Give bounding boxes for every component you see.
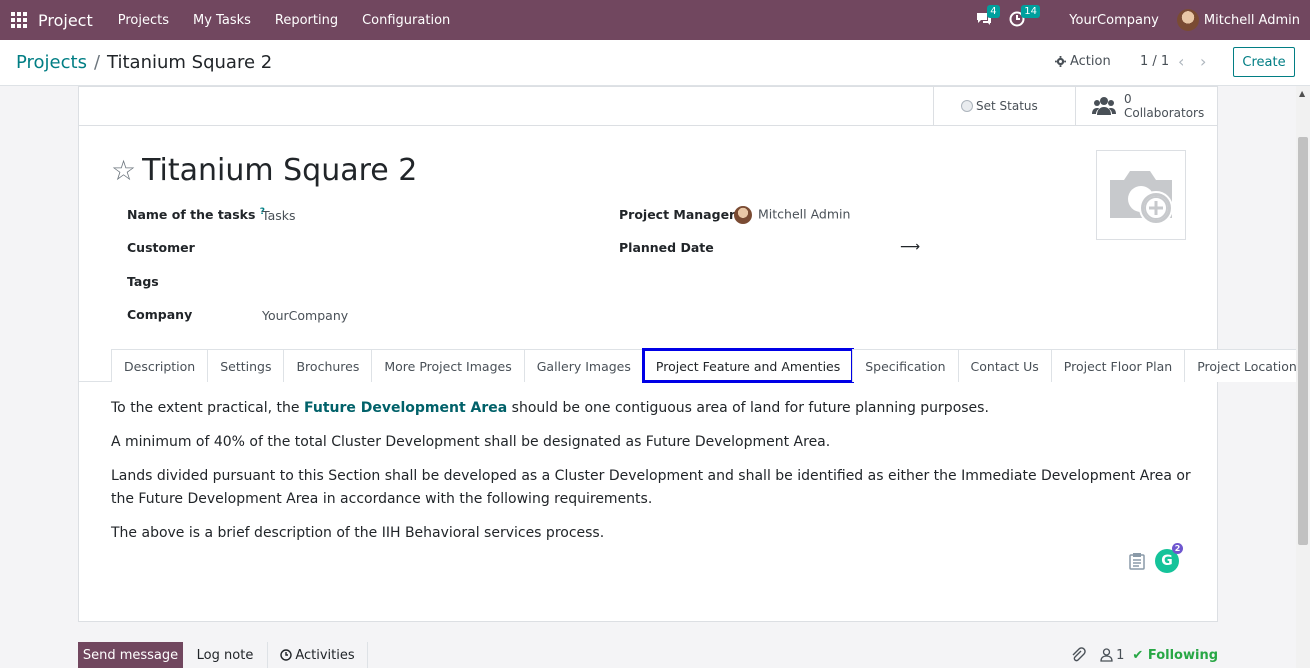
planned-date-label: Planned Date <box>619 240 714 255</box>
tags-label: Tags <box>127 274 159 289</box>
activities-button[interactable]: 14 <box>1009 5 1041 29</box>
task-name-label-text: Name of the tasks <box>127 207 256 223</box>
menu-my-tasks[interactable]: My Tasks <box>193 13 251 28</box>
grammarly-badge: 2 <box>1172 543 1183 554</box>
create-button[interactable]: Create <box>1233 47 1295 77</box>
user-avatar[interactable] <box>1176 9 1199 31</box>
collaborators-count: 0 <box>1124 92 1132 106</box>
collaborators-label: Collaborators <box>1124 106 1205 120</box>
chatter-bar: Send message Log note Activities 1 ✔ Fol… <box>78 642 1218 668</box>
log-note-button[interactable]: Log note <box>183 642 268 668</box>
paperclip-icon[interactable] <box>1070 647 1086 663</box>
breadcrumb-current: Titanium Square 2 <box>107 52 273 73</box>
top-navbar: Project Projects My Tasks Reporting Conf… <box>0 0 1310 40</box>
camera-plus-icon <box>1110 171 1173 225</box>
gear-icon <box>1055 56 1066 67</box>
activities-badge: 14 <box>1021 5 1041 18</box>
tab-contact-us[interactable]: Contact Us <box>957 349 1052 382</box>
button-box: Set Status 0 Collaborators <box>79 87 1217 126</box>
status-radio-icon <box>961 100 973 112</box>
content-bold-text: Future Development Area <box>303 400 508 416</box>
messages-badge: 4 <box>987 5 1000 18</box>
scroll-up-arrow-icon[interactable]: ▲ <box>1299 89 1305 98</box>
set-status-label: Set Status <box>976 99 1038 113</box>
form-sheet: Set Status 0 Collaborators ☆ Titanium Sq… <box>78 86 1310 622</box>
clipboard-extension-icon[interactable] <box>1129 552 1145 570</box>
tab-description[interactable]: Description <box>111 349 209 382</box>
tab-settings[interactable]: Settings <box>207 349 285 382</box>
favorite-star-icon[interactable]: ☆ <box>111 156 136 185</box>
chatter-right: 1 ✔ Following <box>1070 642 1218 668</box>
tab-more-project-images[interactable]: More Project Images <box>371 349 525 382</box>
tab-gallery-images[interactable]: Gallery Images <box>523 349 644 382</box>
followers-count: 1 <box>1116 647 1125 663</box>
set-status-button[interactable]: Set Status <box>933 87 1075 125</box>
tab-specification[interactable]: Specification <box>852 349 959 382</box>
app-brand[interactable]: Project <box>38 11 93 30</box>
activities-button[interactable]: Activities <box>268 642 368 668</box>
scrollbar-thumb[interactable] <box>1298 137 1308 545</box>
editor-extension-icons: G2 <box>1129 543 1183 573</box>
content-paragraph: A minimum of 40% of the total Cluster De… <box>111 434 831 450</box>
collaborators-button[interactable]: 0 Collaborators <box>1075 87 1217 125</box>
check-icon: ✔ <box>1132 647 1144 663</box>
action-label: Action <box>1070 54 1111 69</box>
control-panel: Projects / Titanium Square 2 Action 1 / 1 … <box>0 40 1310 86</box>
content-paragraph: Lands divided pursuant to this Section s… <box>111 468 1191 507</box>
customer-field[interactable] <box>262 237 542 259</box>
apps-menu-icon[interactable] <box>11 12 27 28</box>
task-name-field[interactable]: Tasks <box>262 208 296 223</box>
following-label: Following <box>1147 647 1218 663</box>
activities-label: Activities <box>295 647 355 663</box>
breadcrumb: Projects / Titanium Square 2 <box>16 52 272 73</box>
pager-value[interactable]: 1 / 1 <box>1140 54 1169 69</box>
project-manager-field[interactable]: Mitchell Admin <box>734 206 850 224</box>
project-image-upload[interactable] <box>1096 150 1186 240</box>
tab-project-floor-plan[interactable]: Project Floor Plan <box>1050 349 1186 382</box>
content-paragraph: The above is a brief description of the … <box>111 525 605 541</box>
messages-button[interactable]: 4 <box>975 5 1000 29</box>
company-field[interactable]: YourCompany <box>262 308 348 323</box>
notebook-tabs: Description Settings Brochures More Proj… <box>111 348 1310 383</box>
tags-field[interactable] <box>262 271 542 293</box>
manager-avatar <box>734 206 752 224</box>
title-row: ☆ Titanium Square 2 <box>111 153 417 188</box>
tab-brochures[interactable]: Brochures <box>283 349 373 382</box>
follower-user-icon[interactable] <box>1100 648 1113 662</box>
project-manager-label: Project Manager <box>619 207 736 222</box>
project-manager-value: Mitchell Admin <box>758 206 851 222</box>
customer-label: Customer <box>127 240 195 255</box>
task-name-label: Name of the tasks ? <box>127 207 265 222</box>
menu-configuration[interactable]: Configuration <box>362 13 450 28</box>
clock-icon <box>280 649 293 661</box>
tab-project-feature-and-amenties[interactable]: Project Feature and Amenties <box>641 348 855 383</box>
breadcrumb-separator: / <box>93 52 101 73</box>
pager-previous-icon[interactable]: ‹ <box>1178 52 1184 71</box>
record-title[interactable]: Titanium Square 2 <box>142 153 417 188</box>
date-range-arrow-icon: ⟶ <box>900 239 921 255</box>
breadcrumb-projects-link[interactable]: Projects <box>16 52 87 73</box>
company-switcher[interactable]: YourCompany <box>1069 13 1159 28</box>
menu-reporting[interactable]: Reporting <box>275 13 338 28</box>
company-label: Company <box>127 307 193 322</box>
tab-content-editor[interactable]: To the extent practical, the Future Deve… <box>111 397 1191 556</box>
tab-project-location-plan[interactable]: Project Location Plan <box>1184 349 1310 382</box>
user-menu[interactable]: Mitchell Admin <box>1204 13 1300 28</box>
grammarly-icon[interactable]: G2 <box>1155 543 1183 573</box>
menu-projects[interactable]: Projects <box>118 13 169 28</box>
content-paragraph: To the extent practical, the Future Deve… <box>111 397 1191 420</box>
send-message-button[interactable]: Send message <box>78 642 183 668</box>
content-text: should be one contiguous area of land fo… <box>507 400 989 416</box>
action-button[interactable]: Action <box>1055 54 1111 69</box>
content-text: To the extent practical, the <box>111 400 304 416</box>
following-button[interactable]: ✔ Following <box>1132 648 1218 663</box>
users-icon <box>1092 97 1116 115</box>
pager-next-icon[interactable]: › <box>1200 52 1206 71</box>
